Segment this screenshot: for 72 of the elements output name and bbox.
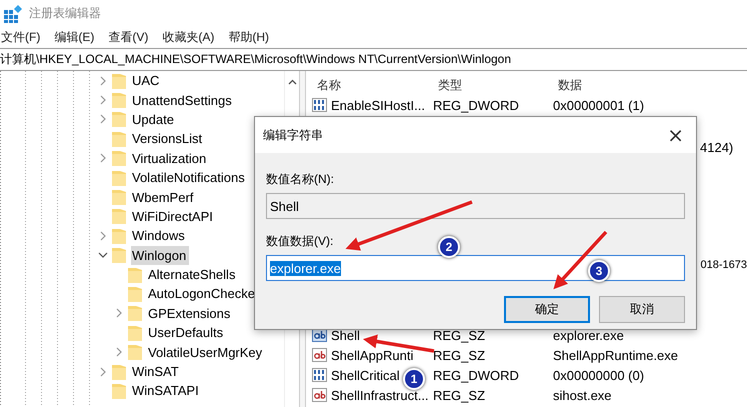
tree-item[interactable]: UnattendSettings [131, 90, 235, 110]
dialog-title: 编辑字符串 [263, 126, 323, 144]
tree-item[interactable]: WiFiDirectAPI [131, 206, 216, 226]
tree-item[interactable]: AlternateShells [147, 265, 238, 284]
tree-item[interactable]: GPExtensions [147, 304, 234, 323]
table-cell: 0x00000001 (1) [553, 98, 644, 112]
menu-item[interactable]: 查看(V) [108, 29, 148, 46]
table-cell: explorer.exe [553, 328, 624, 342]
tree-item[interactable]: UserDefaults [147, 323, 226, 342]
field-label: 数值名称(N): [266, 171, 334, 188]
tree-item[interactable]: Winlogon [131, 246, 190, 265]
table-cell: 0x00000000 (0) [553, 368, 644, 382]
folder-icon [128, 344, 142, 360]
menu-item[interactable]: 文件(F) [1, 29, 40, 46]
table-cell-text: REG_SZ [433, 348, 486, 362]
folder-icon [128, 266, 142, 283]
app-icon [3, 4, 23, 24]
column-header[interactable]: 数据 [558, 76, 582, 94]
folder-icon [112, 247, 126, 264]
ok-button[interactable]: 确定 [504, 296, 590, 323]
folder-icon [112, 382, 126, 399]
folder-icon [128, 286, 142, 302]
folder-icon [112, 228, 126, 244]
folder-icon [112, 364, 126, 380]
folder-icon [112, 170, 126, 186]
folder-icon [112, 150, 126, 166]
annotation-arrow [553, 230, 608, 290]
tree-item[interactable]: VersionsList [131, 129, 206, 148]
folder-icon [112, 130, 126, 147]
column-header[interactable]: 名称 [312, 76, 438, 94]
table-cell: EnableSIHostI... [331, 98, 425, 112]
step-badge: 1 [403, 368, 425, 390]
tree-item[interactable]: WinSATAPI [131, 381, 202, 400]
table-cell: ShellCritical [331, 368, 400, 382]
tree-item[interactable]: WbemPerf [131, 188, 196, 207]
tree-item[interactable]: VolatileUserMgrKey [147, 342, 266, 362]
menu-item[interactable]: 帮助(H) [228, 29, 269, 46]
menu-item[interactable]: 收藏夹(A) [162, 29, 214, 46]
folder-icon [112, 189, 126, 206]
table-cell-text: REG_DWORD [433, 368, 520, 382]
tree-item[interactable]: Update [131, 110, 177, 129]
folder-icon [112, 111, 126, 128]
table-cell-text: REG_SZ [433, 388, 486, 402]
table-cell-text: REG_SZ [433, 328, 486, 342]
table-cell: Shell [331, 328, 360, 342]
menu-item[interactable]: 编辑(E) [54, 29, 94, 46]
column-header[interactable]: 类型 [438, 76, 558, 94]
close-button[interactable]: × [663, 123, 688, 147]
field-label: 数值数据(V): [266, 233, 334, 250]
tree-item[interactable]: WinSAT [131, 362, 182, 382]
table-cell-text: REG_DWORD [433, 98, 520, 112]
name-field[interactable]: Shell [266, 193, 685, 219]
folder-icon [128, 324, 142, 341]
table-cell: sihost.exe [553, 388, 612, 402]
tree-item[interactable]: AutoLogonChecke [147, 284, 258, 304]
table-cell: ShellAppRuntime.exe [553, 348, 678, 362]
tree-item[interactable]: Windows [131, 226, 188, 246]
cancel-button[interactable]: 取消 [599, 296, 685, 323]
address-bar[interactable]: 计算机\HKEY_LOCAL_MACHINE\SOFTWARE\Microsoft\Windows NT\CurrentVersion\Winlogon [0, 48, 747, 71]
table-cell: 4124) [700, 140, 734, 154]
scroll-up-icon[interactable] [288, 79, 296, 85]
table-cell: ShellAppRunti [331, 348, 414, 362]
folder-icon [128, 305, 142, 322]
window-title: 注册表编辑器 [29, 5, 101, 22]
table-cell: ShellInfrastruct... [331, 388, 429, 402]
folder-icon [112, 72, 126, 89]
tree-item[interactable]: Virtualization [131, 148, 210, 168]
folder-icon [112, 92, 126, 108]
table-cell: 018-1673 [700, 259, 747, 271]
tree-item[interactable]: VolatileNotifications [131, 168, 248, 188]
folder-icon [112, 208, 126, 224]
tree-item[interactable]: UAC [131, 71, 162, 90]
